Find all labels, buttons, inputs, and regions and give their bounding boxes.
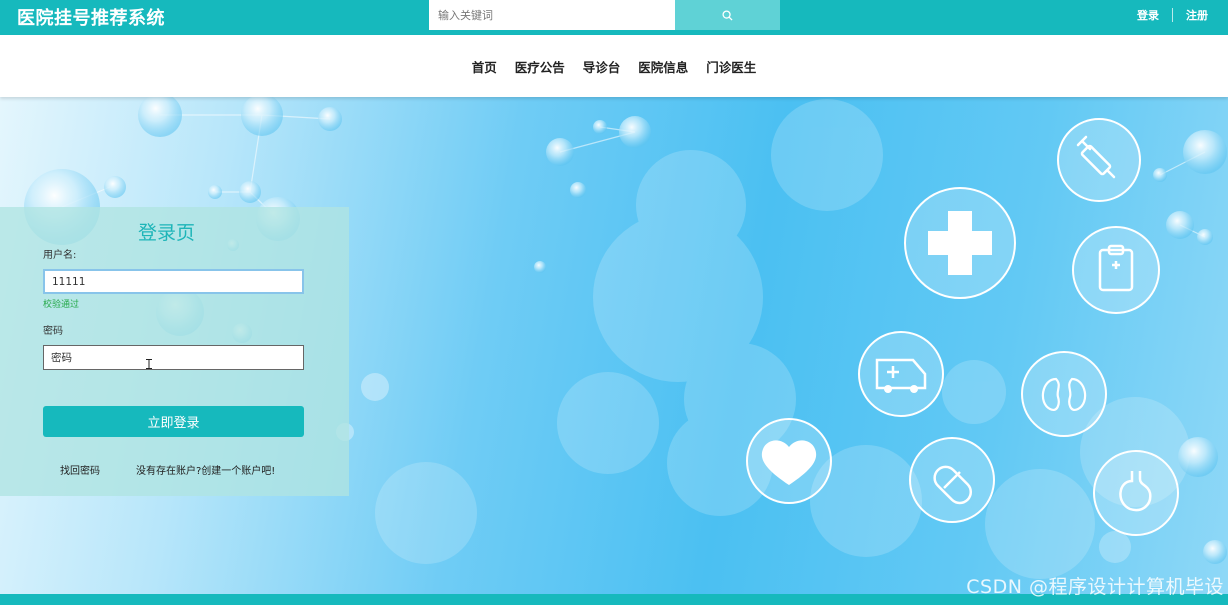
username-input[interactable] [43, 269, 304, 294]
nav-announcements[interactable]: 医疗公告 [515, 57, 565, 76]
stomach-icon [1093, 450, 1179, 536]
syringe-icon [1057, 118, 1141, 202]
search-input[interactable] [429, 0, 675, 30]
forgot-password-link[interactable]: 找回密码 [60, 462, 100, 477]
main-nav: 首页 医疗公告 导诊台 医院信息 门诊医生 [0, 35, 1228, 97]
username-label: 用户名: [43, 250, 77, 261]
search-button[interactable] [675, 0, 780, 30]
pill-icon [909, 437, 995, 523]
kidney-icon [1021, 351, 1107, 437]
auth-links: 登录 注册 [1137, 0, 1208, 30]
watermark: CSDN @程序设计计算机毕设 [966, 576, 1224, 598]
search-icon [722, 9, 733, 21]
nav-home[interactable]: 首页 [472, 57, 497, 76]
password-input[interactable] [43, 345, 304, 370]
nav-hospital-info[interactable]: 医院信息 [638, 57, 688, 76]
login-link[interactable]: 登录 [1137, 7, 1159, 23]
clipboard-icon [1072, 226, 1160, 314]
ambulance-icon [858, 331, 944, 417]
site-title: 医院挂号推荐系统 [17, 8, 165, 29]
auth-divider [1172, 8, 1173, 22]
login-panel: 登录页 用户名: 校验通过 密码 立即登录 找回密码 没有存在账户?创建一个账户… [0, 207, 349, 496]
register-link[interactable]: 注册 [1186, 7, 1208, 23]
nav-guide-desk[interactable]: 导诊台 [583, 57, 621, 76]
password-label: 密码 [43, 326, 63, 337]
login-title: 登录页 [137, 222, 195, 244]
heart-icon [746, 418, 832, 504]
create-account-link[interactable]: 没有存在账户?创建一个账户吧! [136, 462, 275, 477]
top-bar: 医院挂号推荐系统 登录 注册 [0, 0, 1228, 35]
login-submit-button[interactable]: 立即登录 [43, 406, 304, 437]
nav-doctors[interactable]: 门诊医生 [706, 57, 756, 76]
medical-cross-icon [904, 187, 1016, 299]
username-valid-message: 校验通过 [43, 300, 80, 310]
text-cursor-icon [146, 359, 152, 369]
